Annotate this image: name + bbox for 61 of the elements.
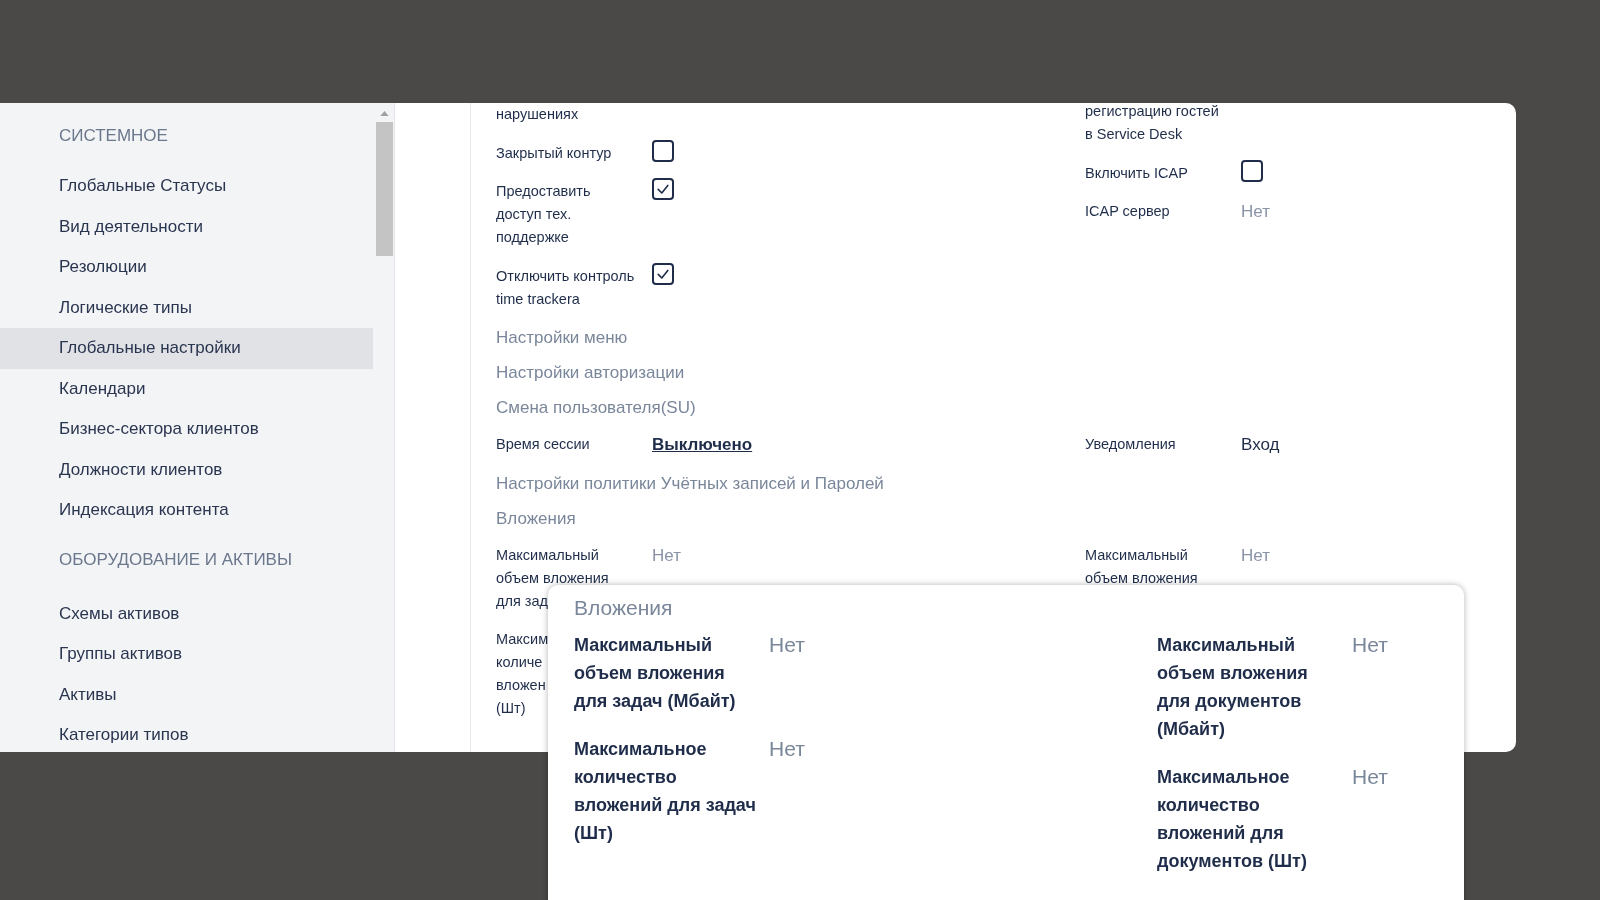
field-label-line: ICAP сервер <box>1085 202 1170 221</box>
sidebar-item[interactable]: Глобальные настройки <box>0 328 373 369</box>
section-heading[interactable]: Настройки политики Учётных записей и Паролей <box>496 465 1516 501</box>
checkbox[interactable] <box>1241 159 1263 182</box>
field-label-line: (Шт) <box>496 699 526 718</box>
sidebar-item[interactable]: Логические типы <box>0 287 373 328</box>
field-label-line: Предоставить <box>496 182 591 201</box>
field-value: Нет <box>769 632 805 658</box>
field-label-line: вложен <box>496 676 546 695</box>
section-heading[interactable]: Настройки меню <box>496 320 1516 355</box>
checkbox[interactable] <box>652 262 674 285</box>
field-label-line: Максимальный <box>1085 545 1188 565</box>
sidebar-group-title: ОБОРУДОВАНИЕ И АКТИВЫ <box>58 548 293 571</box>
sidebar-item[interactable]: Группы активов <box>0 634 373 675</box>
field-label-line: регистрацию гостей <box>1085 103 1219 121</box>
checkbox[interactable] <box>652 178 674 200</box>
field-label-line: доступ тех. <box>496 205 572 224</box>
sidebar-item[interactable]: Активы <box>0 674 373 715</box>
value-link[interactable]: Выключено <box>652 433 753 456</box>
checkbox[interactable] <box>652 139 674 162</box>
section-heading[interactable]: Смена пользователя(SU) <box>496 390 1516 425</box>
field-label-line: количе <box>496 653 543 672</box>
field-label: Максимальное количество вложений для документов (Шт) <box>1157 766 1308 873</box>
field-label-line: объем вложения <box>1085 568 1198 588</box>
sidebar-item[interactable]: Вид деятельности <box>0 206 373 247</box>
field-label-line: Уведомления <box>1085 435 1176 454</box>
field-value: Нет <box>1241 544 1270 567</box>
field-label: Максимальное количество вложений для задач (Шт) <box>574 738 757 845</box>
field-label-line: Время сессии <box>496 435 590 454</box>
sidebar-item[interactable]: Должности клиентов <box>0 449 373 490</box>
field-value: Вход <box>1241 434 1280 456</box>
sidebar-item[interactable]: Календари <box>0 368 373 409</box>
field-label: Максимальный объем вложения для документов (Мбайт) <box>1157 634 1309 741</box>
sidebar-item[interactable]: Бизнес-сектора клиентов <box>0 409 373 450</box>
field-label-line: объем вложения <box>496 568 609 588</box>
field-label-line: поддержке <box>496 228 569 247</box>
sidebar-item[interactable]: Глобальные Статусы <box>0 166 373 207</box>
field-label-line: Максимальный <box>496 545 599 565</box>
sidebar-item[interactable]: Схемы активов <box>0 593 373 634</box>
field-label-line: Включить ICAP <box>1085 163 1188 183</box>
sidebar-item[interactable]: Резолюции <box>0 247 373 288</box>
field-value: Нет <box>1241 201 1270 223</box>
field-value: Нет <box>1352 764 1388 790</box>
section-heading[interactable]: Настройки авторизации <box>496 355 1516 390</box>
field-value: Нет <box>1352 632 1388 658</box>
field-label-line: Отключить контроль <box>496 266 635 286</box>
sidebar-item[interactable]: Категории типов <box>0 715 373 752</box>
sidebar-group-title: СИСТЕМНОЕ <box>58 125 169 147</box>
scrollbar-thumb[interactable] <box>376 122 393 256</box>
field-label-line: Закрытый контур <box>496 143 612 163</box>
popup-title: Вложения <box>574 595 674 621</box>
field-value: Нет <box>652 544 681 567</box>
field-label-line: нарушениях <box>496 105 579 124</box>
field-label-line: time trackera <box>496 289 580 309</box>
field-label: Максимальный объем вложения для задач (Мбайт) <box>574 634 737 713</box>
sidebar-item[interactable]: Индексация контента <box>0 490 373 531</box>
field-value: Нет <box>769 736 805 762</box>
field-label-line: для зад <box>496 591 548 611</box>
section-heading[interactable]: Вложения <box>496 500 1516 536</box>
field-label-line: в Service Desk <box>1085 125 1183 144</box>
field-label-line: Максим <box>496 630 549 649</box>
